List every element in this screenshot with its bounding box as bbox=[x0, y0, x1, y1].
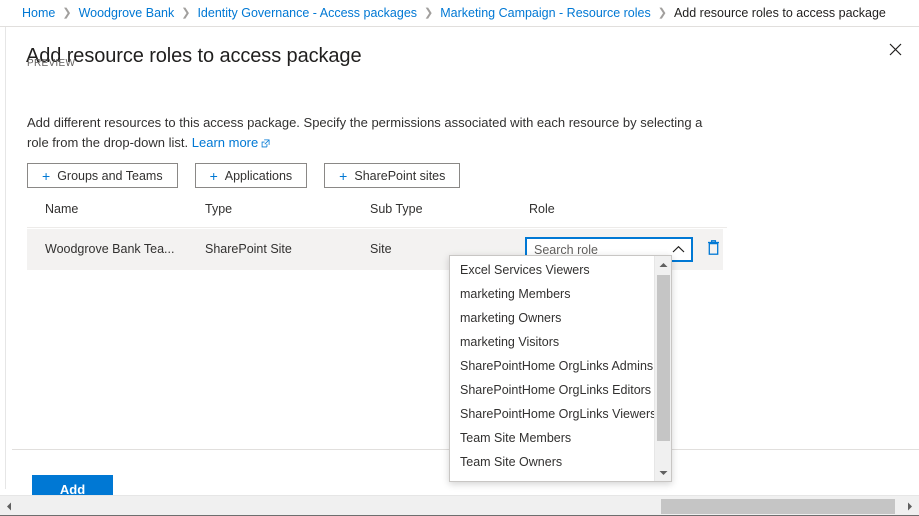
role-option[interactable]: SharePointHome OrgLinks Admins bbox=[450, 354, 654, 378]
role-option[interactable]: Team Site Owners bbox=[450, 450, 654, 474]
role-option[interactable]: SharePointHome OrgLinks Editors bbox=[450, 378, 654, 402]
dropdown-scrollbar-thumb[interactable] bbox=[657, 275, 670, 441]
scroll-down-arrow-icon[interactable] bbox=[655, 464, 671, 481]
role-option[interactable]: Team Site Members bbox=[450, 426, 654, 450]
role-option-list: Excel Services Viewers marketing Members… bbox=[450, 258, 654, 481]
plus-icon: + bbox=[42, 167, 51, 184]
dropdown-scrollbar[interactable] bbox=[654, 256, 671, 481]
scroll-left-arrow-icon[interactable] bbox=[0, 496, 18, 516]
delete-resource-button[interactable] bbox=[704, 240, 722, 260]
role-option[interactable]: Excel Services Viewers bbox=[450, 258, 654, 282]
description-text: Add different resources to this access p… bbox=[27, 115, 703, 150]
external-link-icon bbox=[261, 134, 270, 154]
trash-icon bbox=[706, 239, 721, 261]
column-header-type: Type bbox=[205, 202, 233, 216]
add-sharepoint-sites-button[interactable]: + SharePoint sites bbox=[324, 163, 461, 188]
breadcrumb-item-marketing-campaign[interactable]: Marketing Campaign - Resource roles bbox=[440, 6, 651, 20]
cell-resource-sub-type: Site bbox=[370, 242, 392, 256]
breadcrumb-item-identity-governance[interactable]: Identity Governance - Access packages bbox=[197, 6, 417, 20]
add-applications-button[interactable]: + Applications bbox=[194, 163, 308, 188]
blade-description: Add different resources to this access p… bbox=[27, 113, 727, 154]
cell-resource-type: SharePoint Site bbox=[205, 242, 292, 256]
column-header-role: Role bbox=[529, 202, 555, 216]
role-option[interactable]: marketing Owners bbox=[450, 306, 654, 330]
resources-table-header: Name Type Sub Type Role bbox=[27, 202, 727, 228]
learn-more-label: Learn more bbox=[191, 135, 259, 150]
breadcrumb: Home ❯ Woodgrove Bank ❯ Identity Governa… bbox=[0, 0, 919, 27]
breadcrumb-separator-icon: ❯ bbox=[657, 6, 667, 19]
scroll-up-arrow-icon[interactable] bbox=[655, 256, 671, 273]
resource-type-command-bar: + Groups and Teams + Applications + Shar… bbox=[27, 163, 461, 188]
page-title: Add resource roles to access package bbox=[26, 45, 362, 68]
role-dropdown-menu: Excel Services Viewers marketing Members… bbox=[449, 255, 672, 482]
column-header-sub-type: Sub Type bbox=[370, 202, 423, 216]
preview-badge: PREVIEW bbox=[27, 58, 76, 69]
breadcrumb-item-current: Add resource roles to access package bbox=[673, 6, 886, 20]
column-header-name: Name bbox=[45, 202, 79, 216]
learn-more-link[interactable]: Learn more bbox=[192, 135, 258, 150]
close-button[interactable] bbox=[875, 29, 915, 69]
role-option[interactable]: marketing Visitors bbox=[450, 330, 654, 354]
add-groups-and-teams-label: Groups and Teams bbox=[57, 168, 163, 183]
breadcrumb-item-woodgrove-bank[interactable]: Woodgrove Bank bbox=[79, 6, 175, 20]
breadcrumb-separator-icon: ❯ bbox=[424, 6, 434, 19]
window-horizontal-scrollbar-thumb[interactable] bbox=[661, 499, 895, 514]
breadcrumb-separator-icon: ❯ bbox=[62, 6, 72, 19]
blade-header: Add resource roles to access package PRE… bbox=[6, 27, 919, 75]
plus-icon: + bbox=[339, 167, 348, 184]
breadcrumb-separator-icon: ❯ bbox=[181, 6, 191, 19]
cell-resource-name: Woodgrove Bank Tea... bbox=[45, 242, 175, 256]
window-horizontal-scrollbar[interactable] bbox=[0, 495, 919, 516]
scroll-right-arrow-icon[interactable] bbox=[901, 496, 919, 516]
role-option[interactable]: SharePointHome OrgLinks Viewers bbox=[450, 402, 654, 426]
add-groups-and-teams-button[interactable]: + Groups and Teams bbox=[27, 163, 178, 188]
breadcrumb-item-home[interactable]: Home bbox=[22, 6, 55, 20]
plus-icon: + bbox=[209, 167, 218, 184]
close-icon bbox=[889, 43, 902, 56]
app-root: Home ❯ Woodgrove Bank ❯ Identity Governa… bbox=[0, 0, 919, 516]
add-applications-label: Applications bbox=[224, 168, 293, 183]
role-option[interactable]: marketing Members bbox=[450, 282, 654, 306]
add-sharepoint-sites-label: SharePoint sites bbox=[354, 168, 446, 183]
